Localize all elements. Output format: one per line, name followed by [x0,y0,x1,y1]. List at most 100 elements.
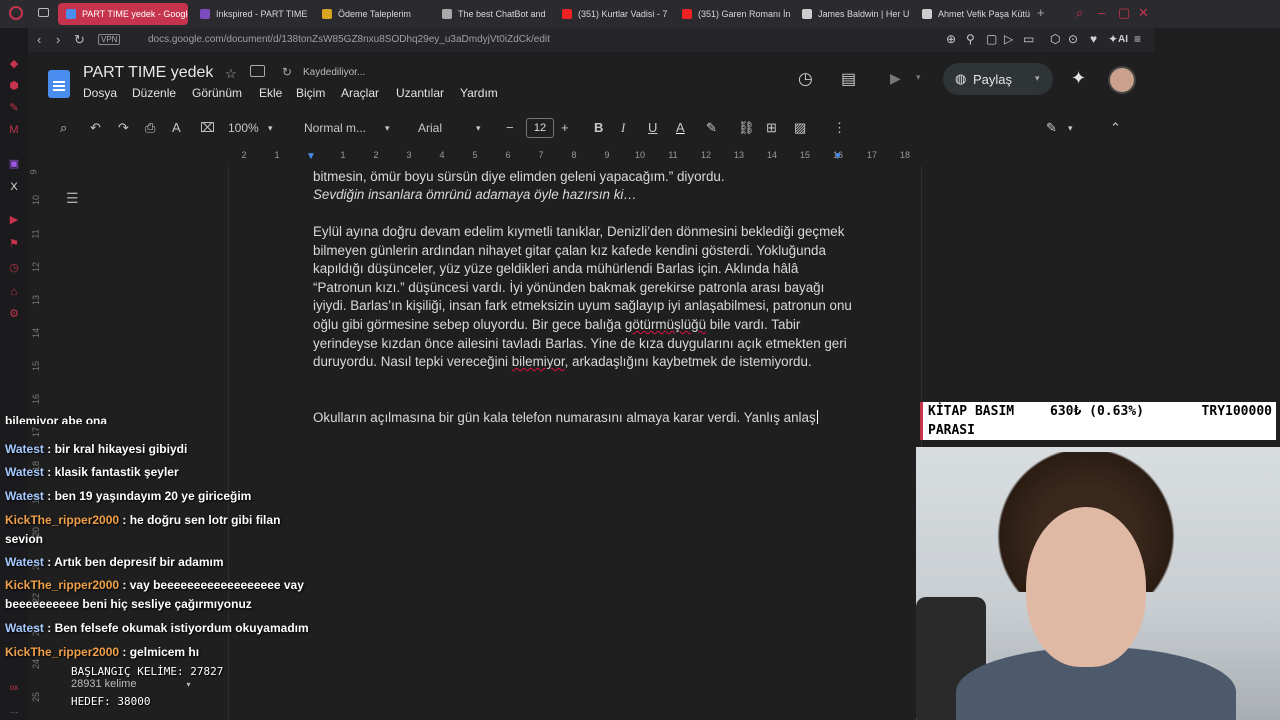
menu-araclar[interactable]: Araçlar [341,86,379,100]
pin-page-icon[interactable]: ⚲ [966,32,975,46]
tab-garen[interactable]: (351) Garen Romanı İn [674,3,792,25]
add-comment-icon[interactable]: ⊞ [766,120,777,136]
font-select[interactable]: Arial [418,121,442,135]
opera-logo-icon[interactable] [9,6,23,20]
insert-image-icon[interactable]: ▨ [794,120,806,136]
vpn-badge[interactable]: VPN [98,34,121,45]
share-button[interactable]: ◍ Paylaş ▾ [943,63,1053,95]
zoom-select[interactable]: 100% [228,121,259,135]
tab-chatbot[interactable]: The best ChatBot and [434,3,552,25]
avatar[interactable] [1108,66,1136,94]
extension-icon[interactable]: ⬢ [8,80,20,92]
zoom-icon[interactable]: ⊕ [946,32,956,46]
pin-icon[interactable]: ⌂ [8,286,20,298]
undo-icon[interactable]: ↶ [90,120,101,136]
new-tab-plus-icon[interactable]: + [1037,5,1045,20]
ai-sparkle-icon[interactable]: ✦ [1108,32,1118,46]
font-size-input[interactable]: 12 [526,118,554,138]
search-icon[interactable]: ⌕ [60,120,67,136]
url-field[interactable]: docs.google.com/document/d/138tonZsW85GZ… [148,34,550,45]
menu-bicim[interactable]: Biçim [296,86,325,100]
highlight-icon[interactable]: ✎ [706,120,717,136]
twitch-icon[interactable]: ▣ [8,158,20,170]
menu-yardim[interactable]: Yardım [460,86,498,100]
maximize-icon[interactable]: ▢ [1118,5,1130,21]
x-twitter-icon[interactable]: X [8,181,20,193]
meet-camera-icon[interactable]: ▶ [890,70,901,87]
editing-mode-icon[interactable]: ✎ [1046,120,1057,136]
forward-icon[interactable]: › [56,32,60,47]
paint-format-icon[interactable]: ⌧ [200,120,215,136]
chevron-down-icon[interactable]: ▾ [916,72,921,83]
heart-icon[interactable]: ♥ [1090,32,1097,46]
font-chevron-icon[interactable]: ▾ [476,123,481,134]
style-chevron-icon[interactable]: ▾ [385,123,390,134]
back-icon[interactable]: ‹ [37,32,41,47]
italic-icon[interactable]: I [621,120,625,136]
document-outline-icon[interactable]: ☰ [66,190,79,207]
settings-gear-icon[interactable]: ⚙ [8,308,20,320]
right-indent-marker-icon[interactable]: ▼ [833,151,843,162]
menu-ekle[interactable]: Ekle [259,86,282,100]
word-count-badge[interactable]: 28931 kelime ▾ [71,678,190,690]
tab-kurtlar-vadisi[interactable]: (351) Kurtlar Vadisi - 7 [554,3,672,25]
tab-part-time-yedek[interactable]: PART TIME yedek - Google [58,3,188,25]
extensions-icon[interactable]: ⬡ [1050,32,1060,46]
style-select[interactable]: Normal m... [304,121,366,135]
wallet-icon[interactable]: ▭ [1023,32,1034,46]
minimize-icon[interactable]: – [1098,5,1105,20]
word-count-chevron-icon[interactable]: ▾ [186,680,190,689]
bookmark-icon[interactable]: ⚑ [8,238,20,250]
tab-ahmet-vefik[interactable]: Ahmet Vefik Paşa Kütü [914,3,1032,25]
underline-icon[interactable]: U [648,120,657,135]
player-icon[interactable]: ▶ [8,214,20,226]
decrease-font-icon[interactable]: − [506,120,514,135]
mail-icon[interactable]: M [8,124,20,136]
move-folder-icon[interactable] [250,65,265,77]
more-options-icon[interactable]: ⋮ [833,120,846,136]
menu-lines-icon[interactable]: ≡ [1134,32,1141,46]
redo-icon[interactable]: ↷ [118,120,129,136]
tab-odeme[interactable]: Ödeme Taleplerim [314,3,432,25]
print-icon[interactable]: ⎙ [145,120,155,136]
history-icon[interactable]: ◷ [8,262,20,274]
star-icon[interactable]: ☆ [225,66,237,82]
tab-baldwin[interactable]: James Baldwin | Her U [794,3,912,25]
comments-icon[interactable]: ▤ [841,69,856,89]
increase-font-icon[interactable]: + [561,120,569,135]
share-dropdown-icon[interactable]: ▾ [1035,73,1040,84]
misspelled-word[interactable]: götürmüşlüğü [625,317,706,332]
ai-label[interactable]: AI [1118,34,1128,45]
google-docs-logo-icon[interactable] [48,70,70,98]
spellcheck-icon[interactable]: A [172,120,181,135]
search-tabs-icon[interactable]: ⌕ [1076,5,1083,21]
menu-dosya[interactable]: Dosya [83,86,117,100]
tab-inkspired[interactable]: Inkspired - PART TIME [192,3,310,25]
left-indent-marker-icon[interactable]: ▼ [306,151,316,162]
snapshot-icon[interactable]: ▢ [986,32,997,46]
reload-icon[interactable]: ↻ [74,32,85,48]
text-color-icon[interactable]: A [676,120,685,135]
misspelled-word[interactable]: bilemiyor [512,354,565,369]
more-icon[interactable]: ox [8,682,20,694]
version-history-icon[interactable]: ◷ [798,69,813,89]
collapse-menus-icon[interactable]: ⌃ [1110,120,1121,136]
shopping-icon[interactable]: ✎ [8,102,20,114]
zoom-chevron-icon[interactable]: ▾ [268,123,273,134]
menu-gorunum[interactable]: Görünüm [192,86,242,100]
aria-icon[interactable]: ◆ [8,58,20,70]
link-icon[interactable]: ⛓ [738,120,755,136]
menu-uzantilar[interactable]: Uzantılar [396,86,444,100]
menu-duzenle[interactable]: Düzenle [132,86,176,100]
ruler-number: 16 [31,393,42,405]
document-page[interactable]: bitmesin, ömür boyu sürsün diye elimden … [228,166,922,720]
document-title[interactable]: PART TIME yedek [83,64,213,82]
tab-overview-icon[interactable] [38,8,49,17]
gemini-sparkle-icon[interactable]: ✦ [1071,68,1086,89]
ellipsis-icon[interactable]: … [8,704,20,716]
close-window-icon[interactable]: ✕ [1138,5,1149,21]
editing-mode-chevron-icon[interactable]: ▾ [1068,123,1073,134]
account-icon[interactable]: ⊙ [1068,32,1078,46]
bold-icon[interactable]: B [594,120,603,135]
video-popout-icon[interactable]: ▷ [1004,32,1013,46]
